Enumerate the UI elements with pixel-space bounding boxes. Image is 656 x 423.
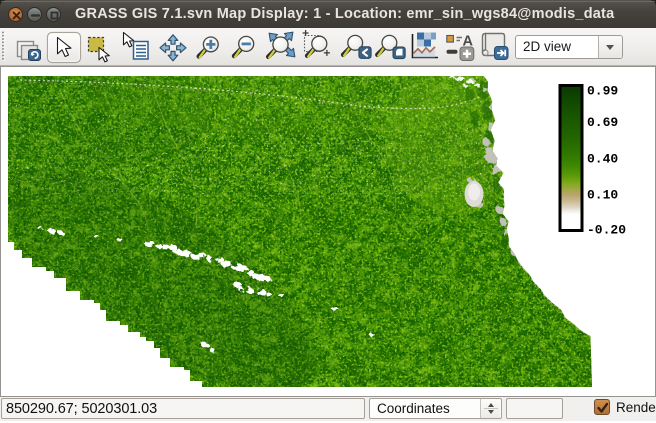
svg-text:0.69: 0.69: [587, 115, 618, 130]
svg-text:0.99: 0.99: [587, 84, 618, 99]
svg-text:0.10: 0.10: [587, 188, 618, 203]
svg-text:-0.20: -0.20: [587, 223, 626, 238]
svg-text:0.40: 0.40: [587, 152, 618, 167]
